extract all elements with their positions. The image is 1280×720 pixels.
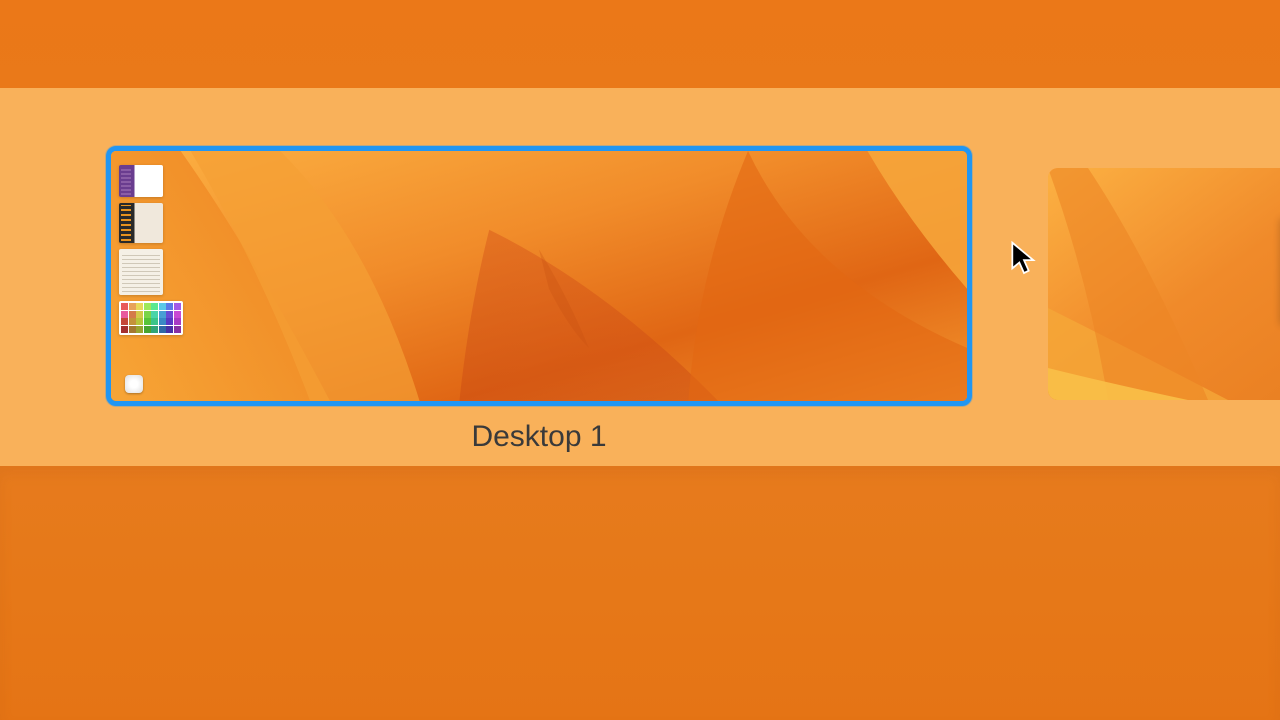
window-thumbnail-light[interactable] bbox=[119, 249, 163, 295]
top-background-strip bbox=[0, 0, 1280, 88]
desktop-wallpaper-preview bbox=[111, 151, 967, 401]
window-thumbnail-dark[interactable] bbox=[119, 203, 163, 243]
window-thumbnail-purple[interactable] bbox=[119, 165, 163, 197]
desktop-thumbnail-1[interactable] bbox=[106, 146, 972, 406]
desktop-label: Desktop 1 bbox=[106, 420, 972, 454]
window-thumbnails-column bbox=[119, 165, 171, 335]
desktop-thumbnail-2[interactable] bbox=[1048, 168, 1280, 400]
desktop-background-area bbox=[0, 466, 1280, 720]
mission-control-spaces-bar: Desktop 1 bbox=[0, 88, 1280, 466]
dock-icon-preview bbox=[125, 375, 143, 393]
cursor-icon bbox=[1010, 240, 1038, 278]
desktop-wallpaper-preview-2 bbox=[1048, 168, 1280, 400]
window-thumbnail-color-palette[interactable] bbox=[119, 301, 183, 335]
